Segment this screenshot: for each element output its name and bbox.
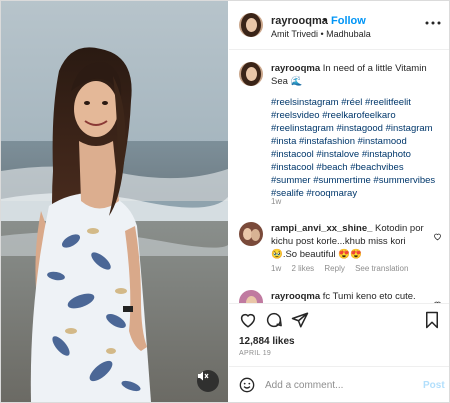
comment-username[interactable]: rayrooqma [271, 291, 320, 302]
more-options-icon[interactable] [425, 13, 441, 29]
see-translation-button[interactable]: See translation [355, 264, 408, 273]
post-video[interactable] [1, 1, 228, 402]
follow-button[interactable]: Follow [331, 15, 366, 27]
comment-body: fc Tumi keno eto cute. [322, 291, 416, 302]
paper-plane-icon[interactable] [291, 311, 309, 329]
comment-timestamp: 1w [271, 264, 282, 273]
caption-timestamp: 1w [271, 197, 282, 206]
likes-count[interactable]: 12,884 likes [239, 336, 295, 347]
caption-hashtags[interactable]: #reelsinstagram #réel #reelitfeelit #ree… [271, 96, 443, 200]
post-actions: 12,884 likes APRIL 19 [229, 303, 449, 374]
post-header: rayrooqma • Follow Amit Trivedi • Madhub… [229, 1, 449, 50]
comment-avatar[interactable] [239, 222, 263, 246]
heart-icon[interactable] [239, 311, 257, 329]
like-comment-icon[interactable] [433, 228, 442, 246]
comment-text: rampi_anvi_xx_shine_ Kotodin por kichu p… [271, 222, 431, 261]
comment-bubble-icon[interactable] [265, 311, 283, 329]
comment-avatar[interactable] [239, 290, 263, 303]
author-avatar[interactable] [239, 13, 263, 37]
post-dialog: rayrooqma • Follow Amit Trivedi • Madhub… [0, 0, 450, 403]
video-frame-image [1, 1, 228, 402]
mute-button[interactable] [197, 370, 219, 392]
bookmark-icon[interactable] [423, 311, 441, 329]
caption-avatar[interactable] [239, 62, 263, 86]
comment-text: rayrooqma fc Tumi keno eto cute. [271, 290, 441, 303]
audio-attribution[interactable]: Amit Trivedi • Madhubala [271, 29, 371, 39]
post-details-pane: rayrooqma • Follow Amit Trivedi • Madhub… [229, 1, 449, 402]
post-comment-button[interactable]: Post [423, 380, 445, 391]
separator-dot: • [323, 14, 327, 26]
author-username[interactable]: rayrooqma [271, 15, 328, 27]
comment-likes[interactable]: 2 likes [291, 264, 314, 273]
like-comment-icon[interactable] [433, 296, 442, 303]
comment-input[interactable]: Add a comment... [265, 380, 343, 391]
comment-meta: 1w 2 likes Reply See translation [271, 264, 416, 273]
post-date: APRIL 19 [239, 350, 272, 357]
smiley-icon[interactable] [239, 377, 255, 398]
comments-list[interactable]: rayrooqma In need of a little Vitamin Se… [229, 50, 449, 303]
caption-text: rayrooqma In need of a little Vitamin Se… [271, 62, 441, 88]
caption-username[interactable]: rayrooqma [271, 63, 320, 74]
reply-button[interactable]: Reply [324, 264, 344, 273]
comment-username[interactable]: rampi_anvi_xx_shine_ [271, 223, 372, 234]
add-comment-bar: Add a comment... Post [229, 366, 449, 402]
